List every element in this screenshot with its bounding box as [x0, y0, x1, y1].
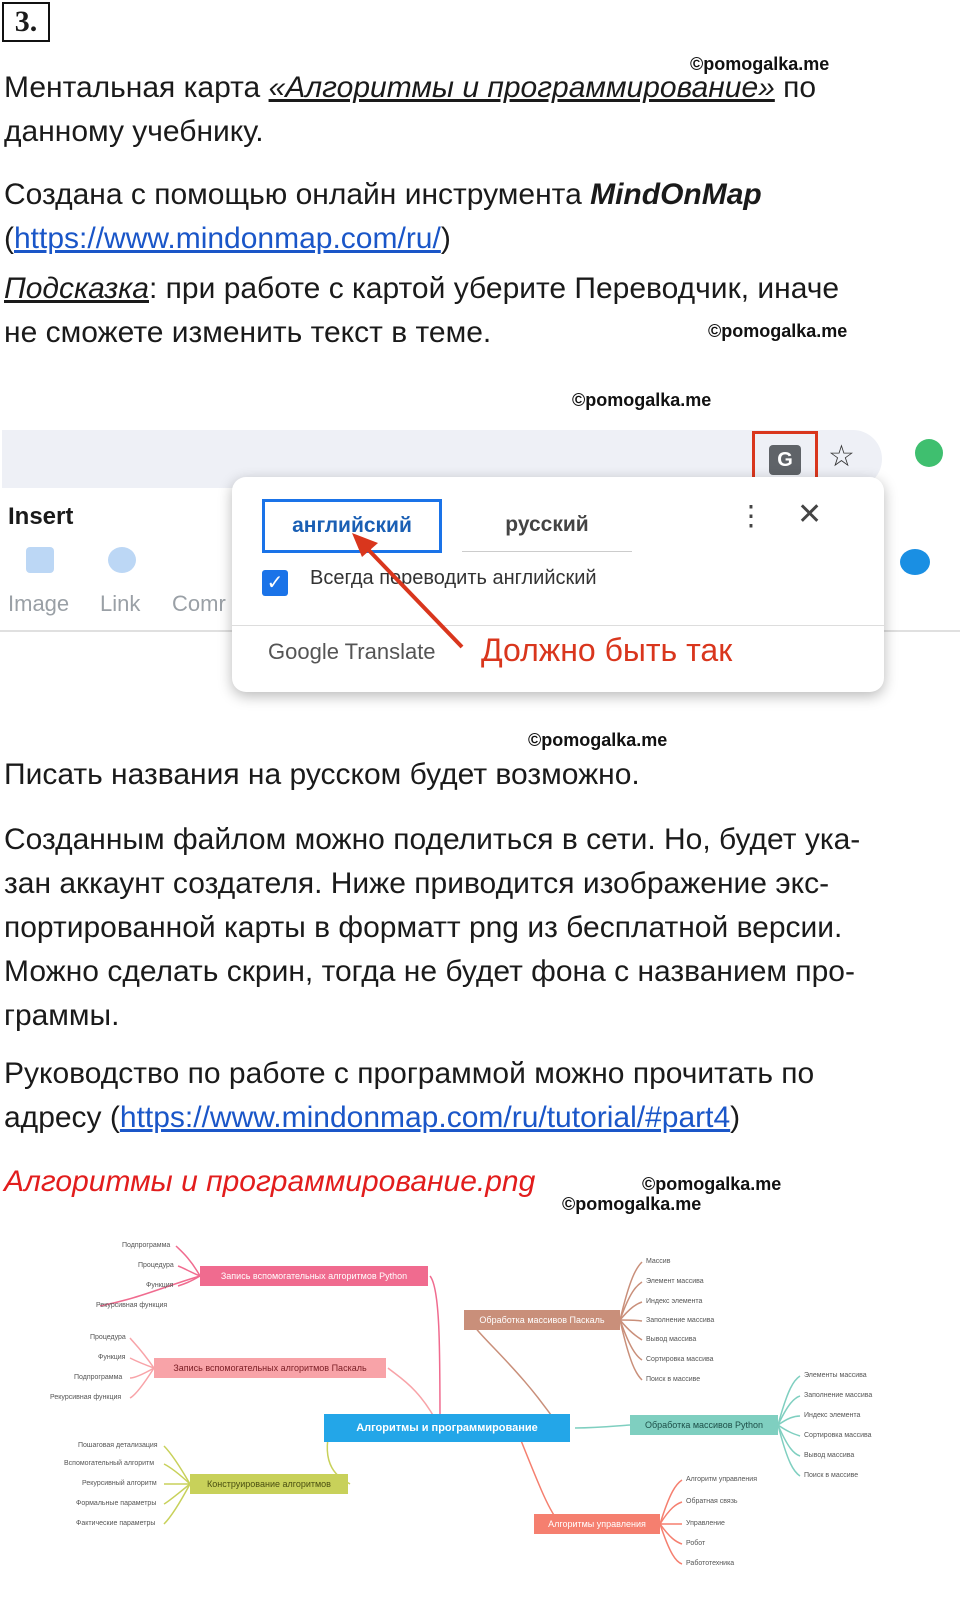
- mindmap-leaf: Фактические параметры: [76, 1520, 156, 1527]
- mindmap-leaf: Сортировка массива: [646, 1356, 714, 1363]
- mindmap-leaf: Робот: [686, 1540, 706, 1547]
- hint-label: Подсказка: [4, 272, 149, 305]
- tool-paragraph: Создана с помощью онлайн инструмента Min…: [4, 173, 954, 261]
- share-line-5: граммы.: [4, 999, 120, 1032]
- mindmap-leaf: Заполнение массива: [804, 1392, 873, 1399]
- tool-prefix: Создана с помощью онлайн инструмента: [4, 178, 591, 211]
- share-line-3: портированной карты в форматт png из бес…: [4, 911, 843, 944]
- watermark: ©pomogalka.me: [528, 730, 668, 750]
- mindmap-leaf: Процедура: [138, 1262, 174, 1269]
- mindmap-leaf: Функция: [98, 1354, 126, 1361]
- mindmap-leaf: Формальные параметры: [76, 1500, 157, 1507]
- intro-prefix: Ментальная карта: [4, 71, 269, 104]
- mindmap-branch-control: Алгоритмы управления: [534, 1514, 660, 1534]
- watermark: ©pomogalka.me: [562, 1194, 702, 1214]
- mindmap-leaf: Элемент массива: [646, 1278, 704, 1285]
- mindmap-leaf: Функция: [146, 1282, 174, 1289]
- mindmap-leaf: Управление: [686, 1520, 725, 1527]
- mindmap-branch-pascal-arrays: Обработка массивов Паскаль: [464, 1310, 620, 1330]
- watermark: ©pomogalka.me: [708, 321, 848, 341]
- mindmap-leaf: Вспомогательный алгоритм: [64, 1460, 155, 1467]
- mindmap-leaf: Подпрограмма: [74, 1374, 123, 1381]
- annotation-arrow: [352, 533, 464, 649]
- mindmap-leaf: Процедура: [90, 1334, 126, 1341]
- guide-close: ): [730, 1101, 741, 1134]
- mindmap-leaf: Индекс элемента: [804, 1412, 861, 1419]
- mindmap-leaf: Поиск в массиве: [646, 1376, 701, 1383]
- mindmap-central-node: Алгоритмы и программирование: [324, 1414, 570, 1442]
- share-line-1: Созданным файлом можно поделиться в сети…: [4, 823, 861, 856]
- paren-close: ): [440, 222, 451, 255]
- mindmap-branch-python-subroutines: Запись вспомогательных алгоритмов Python: [200, 1266, 428, 1286]
- mindmap-leaf: Работотехника: [686, 1560, 735, 1567]
- mindmap-leaf: Алгоритм управления: [686, 1476, 757, 1483]
- guide-line1: Руководство по работе с программой можно…: [4, 1057, 815, 1090]
- mindmap-leaf: Рекурсивный алгоритм: [82, 1480, 157, 1487]
- mindmap-leaf: Массив: [646, 1258, 671, 1265]
- hint-line2: не сможете изменить текст в теме.: [4, 316, 492, 349]
- tool-name: MindOnMap: [590, 178, 762, 211]
- file-caption: Алгоритмы и программирование.png: [4, 1165, 536, 1198]
- intro-line2: данному учебнику.: [4, 115, 264, 148]
- mindmap-leaf: Обратная связь: [686, 1498, 738, 1505]
- task-number: 3.: [2, 2, 50, 42]
- mindmap-image: Алгоритмы и программирование Запись вспо…: [0, 1228, 960, 1622]
- mindmap-branch-pascal-subroutines: Запись вспомогательных алгоритмов Паскал…: [154, 1358, 386, 1378]
- intro-suffix: по: [774, 71, 817, 104]
- mindmap-leaf: Заполнение массива: [646, 1317, 715, 1324]
- mindmap-leaf: Подпрограмма: [122, 1242, 171, 1249]
- map-title: «Алгоритмы и программирование»: [268, 71, 775, 104]
- mindmap-leaf: Рекурсивная функция: [50, 1394, 122, 1401]
- mindmap-leaf: Пошаговая детализация: [78, 1442, 158, 1449]
- share-line-4: Можно сделать скрин, тогда не будет фона…: [4, 955, 855, 988]
- mindmap-leaf: Рекурсивная функция: [96, 1302, 168, 1309]
- browser-screenshot: G ☆ Insert Image Link Comr английский ру…: [0, 415, 960, 715]
- mindmap-leaf: Вывод массива: [804, 1452, 855, 1459]
- watermark: ©pomogalka.me: [642, 1174, 782, 1194]
- mindmap-leaf: Индекс элемента: [646, 1298, 703, 1305]
- mindmap-leaf: Вывод массива: [646, 1336, 697, 1343]
- mindmap-branch-python-arrays: Обработка массивов Python: [630, 1415, 778, 1435]
- guide-prefix: адресу (: [4, 1101, 120, 1134]
- russian-note: Писать названия на русском будет возможн…: [4, 758, 640, 791]
- watermark: ©pomogalka.me: [572, 390, 712, 410]
- intro-paragraph: Ментальная карта «Алгоритмы и программир…: [4, 66, 954, 154]
- hint-line1: : при работе с картой уберите Переводчик…: [149, 272, 840, 305]
- paren-open: (: [4, 222, 14, 255]
- share-line-2: зан аккаунт создателя. Ниже приводится и…: [4, 867, 830, 900]
- tutorial-link[interactable]: https://www.mindonmap.com/ru/tutorial/#p…: [120, 1101, 730, 1134]
- mindmap-leaf: Сортировка массива: [804, 1432, 872, 1439]
- mindmap-leaf: Элементы массива: [804, 1372, 867, 1379]
- mindmap-leaf: Поиск в массиве: [804, 1472, 859, 1479]
- guide-paragraph: Руководство по работе с программой можно…: [4, 1052, 954, 1140]
- mindmap-branch-constructing: Конструирование алгоритмов: [190, 1474, 348, 1494]
- share-paragraph: Созданным файлом можно поделиться в сети…: [4, 818, 954, 1038]
- mindonmap-link[interactable]: https://www.mindonmap.com/ru/: [14, 222, 441, 255]
